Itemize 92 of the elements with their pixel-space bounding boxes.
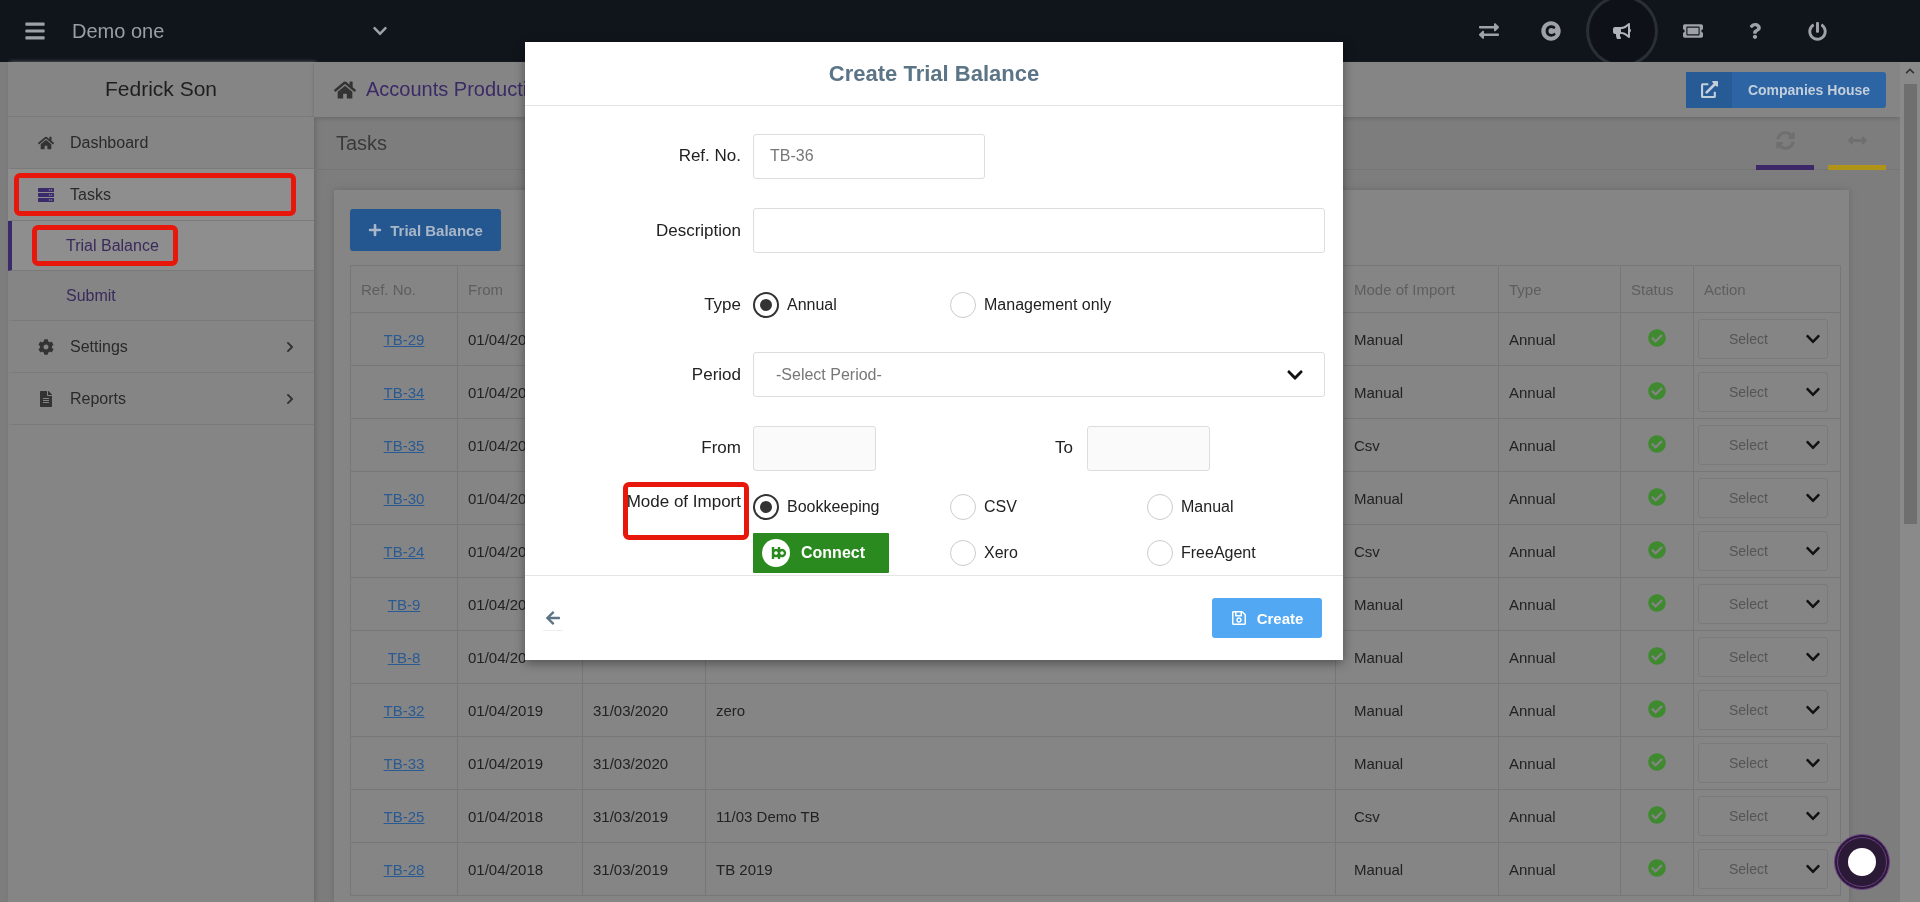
ref-link[interactable]: TB-28 — [383, 860, 425, 878]
add-trial-balance-button[interactable]: Trial Balance — [350, 209, 501, 251]
chat-bubble[interactable] — [1834, 834, 1890, 890]
ref-link[interactable]: TB-35 — [383, 436, 425, 454]
power-icon[interactable] — [1807, 21, 1827, 41]
ref-input[interactable]: TB-36 — [753, 133, 985, 179]
description-input[interactable] — [753, 208, 1325, 253]
table-cell: Annual — [1498, 630, 1621, 684]
sidebar-item-icon — [38, 134, 54, 151]
dialog-title: Create Trial Balance — [828, 60, 1040, 87]
table-cell: 01/04/2018 — [457, 842, 583, 896]
table-cell: Manual — [1335, 736, 1499, 790]
menu-icon[interactable] — [24, 20, 46, 42]
radio-option[interactable]: Annual — [753, 292, 950, 318]
ref-link[interactable]: TB-34 — [383, 383, 425, 401]
sidebar-item[interactable]: Reports — [8, 373, 314, 425]
table-cell: Annual — [1498, 842, 1621, 896]
sidebar-subitem[interactable]: Submit — [8, 271, 314, 321]
sidebar-item-icon — [38, 186, 54, 203]
ref-link[interactable]: TB-32 — [383, 701, 425, 719]
ref-link[interactable]: TB-9 — [387, 595, 421, 613]
sidebar-item-icon — [38, 390, 54, 407]
megaphone-icon — [1613, 22, 1631, 40]
page-title: Tasks — [336, 131, 388, 155]
table-cell: 01/04/2018 — [457, 789, 583, 843]
table-cell: TB 2019 — [705, 842, 1336, 896]
period-select[interactable]: -Select Period- — [753, 352, 1325, 397]
ref-link[interactable]: TB-29 — [383, 330, 425, 348]
radio-button[interactable] — [753, 292, 779, 318]
table-cell: Manual — [1335, 683, 1499, 737]
table-cell: Annual — [1498, 577, 1621, 631]
plus-icon — [368, 223, 383, 237]
table-cell: Annual — [1498, 312, 1621, 366]
ref-link[interactable]: TB-24 — [383, 542, 425, 560]
external-link-icon — [1700, 81, 1718, 98]
ticket-icon[interactable] — [1683, 21, 1703, 41]
table-cell: Annual — [1498, 736, 1621, 790]
table-cell: 31/03/2020 — [582, 736, 706, 790]
home-icon[interactable] — [334, 78, 356, 101]
ref-link[interactable]: TB-8 — [387, 648, 421, 666]
create-button[interactable]: Create — [1212, 598, 1322, 638]
save-icon — [1230, 610, 1247, 626]
scrollbar[interactable] — [1900, 62, 1920, 902]
scroll-up-icon[interactable] — [1905, 66, 1915, 76]
help-icon[interactable] — [1747, 23, 1763, 39]
logo-icon — [761, 537, 791, 568]
radio-option[interactable]: Xero — [950, 539, 1147, 566]
breadcrumb-link[interactable]: Accounts Producti — [366, 78, 528, 101]
sidebar-subitem[interactable]: Trial Balance — [8, 221, 314, 271]
table-cell: 01/04/2019 — [457, 736, 583, 790]
chevron-right-icon — [284, 392, 296, 405]
field-label: Type — [703, 294, 742, 316]
field-label: Ref. No. — [677, 145, 742, 167]
radio-option[interactable]: Management only — [950, 292, 1147, 318]
connect-button[interactable]: Connect — [753, 532, 889, 573]
megaphone-button[interactable] — [1589, 0, 1655, 64]
table-cell: 01/04/2019 — [457, 683, 583, 737]
company-selector[interactable]: Demo one — [72, 19, 372, 43]
table-cell: Manual — [1335, 842, 1499, 896]
radio-button[interactable] — [753, 493, 779, 520]
radio-option[interactable]: CSV — [950, 493, 1147, 520]
table-cell: Annual — [1498, 524, 1621, 578]
field-label: Period — [690, 363, 742, 386]
table-cell: 31/03/2019 — [582, 789, 706, 843]
swap-arrows-icon[interactable] — [1479, 21, 1499, 41]
table-cell: Annual — [1498, 365, 1621, 419]
copyright-icon[interactable] — [1541, 21, 1561, 41]
sidebar-item[interactable]: Tasks — [8, 169, 314, 221]
radio-option[interactable]: Bookkeeping — [753, 493, 950, 520]
field-label: From — [700, 437, 742, 459]
sidebar-item[interactable]: Settings — [8, 321, 314, 373]
chevron-right-icon — [284, 340, 296, 353]
to-input[interactable] — [1087, 425, 1210, 471]
table-cell: Annual — [1498, 683, 1621, 737]
ref-link[interactable]: TB-30 — [383, 489, 425, 507]
table-cell: Annual — [1498, 471, 1621, 525]
from-input[interactable] — [753, 425, 876, 471]
table-cell: Annual — [1498, 418, 1621, 472]
ref-link[interactable]: TB-25 — [383, 807, 425, 825]
table-cell: Csv — [1335, 789, 1499, 843]
field-label: Description — [654, 219, 742, 242]
table-cell: 11/03 Demo TB — [705, 789, 1336, 843]
sidebar-item[interactable]: Dashboard — [8, 117, 314, 169]
table-cell: zero — [705, 683, 1336, 737]
ref-link[interactable]: TB-33 — [383, 754, 425, 772]
table-cell: 31/03/2020 — [582, 683, 706, 737]
companies-house-button[interactable]: Companies House — [1686, 71, 1886, 108]
sidebar-item-icon — [38, 338, 54, 355]
table-cell: 31/03/2019 — [582, 842, 706, 896]
table-cell: Annual — [1498, 789, 1621, 843]
arrow-left-icon — [545, 609, 561, 626]
field-label: To — [1054, 438, 1074, 458]
